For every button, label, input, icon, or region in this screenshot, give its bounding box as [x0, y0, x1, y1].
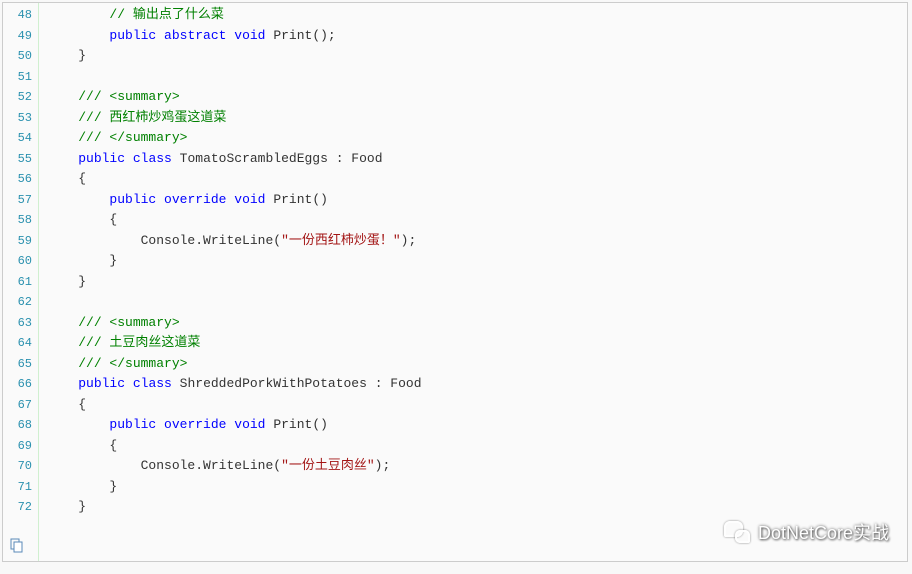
code-line: { — [47, 436, 907, 457]
line-number: 65 — [3, 354, 32, 375]
code-line: public class TomatoScrambledEggs : Food — [47, 149, 907, 170]
line-number: 53 — [3, 108, 32, 129]
line-number: 54 — [3, 128, 32, 149]
code-line: } — [47, 477, 907, 498]
line-number: 51 — [3, 67, 32, 88]
code-line: /// <summary> — [47, 87, 907, 108]
line-number: 69 — [3, 436, 32, 457]
line-number: 66 — [3, 374, 32, 395]
code-line: { — [47, 395, 907, 416]
line-number: 48 — [3, 5, 32, 26]
code-line: /// <summary> — [47, 313, 907, 334]
code-line: Console.WriteLine("一份西红柿炒蛋！"); — [47, 231, 907, 252]
line-number: 52 — [3, 87, 32, 108]
line-number: 57 — [3, 190, 32, 211]
line-number: 63 — [3, 313, 32, 334]
line-number: 50 — [3, 46, 32, 67]
line-number: 62 — [3, 292, 32, 313]
code-line: } — [47, 46, 907, 67]
code-line: public class ShreddedPorkWithPotatoes : … — [47, 374, 907, 395]
line-number: 55 — [3, 149, 32, 170]
code-line — [47, 67, 907, 88]
code-line: /// </summary> — [47, 354, 907, 375]
code-line: { — [47, 210, 907, 231]
copy-icon[interactable] — [9, 537, 25, 553]
code-line — [47, 292, 907, 313]
line-number: 67 — [3, 395, 32, 416]
line-number: 72 — [3, 497, 32, 518]
code-toolbar — [9, 537, 25, 557]
line-number: 64 — [3, 333, 32, 354]
watermark: DotNetCore实战 — [724, 519, 889, 545]
code-line: Console.WriteLine("一份土豆肉丝"); — [47, 456, 907, 477]
code-line: public override void Print() — [47, 415, 907, 436]
line-number: 71 — [3, 477, 32, 498]
code-line: /// 土豆肉丝这道菜 — [47, 333, 907, 354]
line-number: 56 — [3, 169, 32, 190]
line-number: 68 — [3, 415, 32, 436]
line-number: 61 — [3, 272, 32, 293]
line-number: 70 — [3, 456, 32, 477]
wechat-icon — [724, 521, 750, 543]
code-line: } — [47, 497, 907, 518]
line-number: 58 — [3, 210, 32, 231]
code-line: /// 西红柿炒鸡蛋这道菜 — [47, 108, 907, 129]
code-area: 4849505152535455565758596061626364656667… — [3, 3, 907, 561]
watermark-text: DotNetCore实战 — [758, 519, 889, 545]
code-line: { — [47, 169, 907, 190]
code-content[interactable]: // 输出点了什么菜 public abstract void Print();… — [39, 3, 907, 561]
code-line: } — [47, 272, 907, 293]
code-line: } — [47, 251, 907, 272]
line-number: 60 — [3, 251, 32, 272]
code-block-container: 4849505152535455565758596061626364656667… — [2, 2, 908, 562]
code-line: public abstract void Print(); — [47, 26, 907, 47]
code-line: // 输出点了什么菜 — [47, 5, 907, 26]
line-number-gutter: 4849505152535455565758596061626364656667… — [3, 3, 39, 561]
code-line: /// </summary> — [47, 128, 907, 149]
code-line: public override void Print() — [47, 190, 907, 211]
line-number: 59 — [3, 231, 32, 252]
line-number: 49 — [3, 26, 32, 47]
